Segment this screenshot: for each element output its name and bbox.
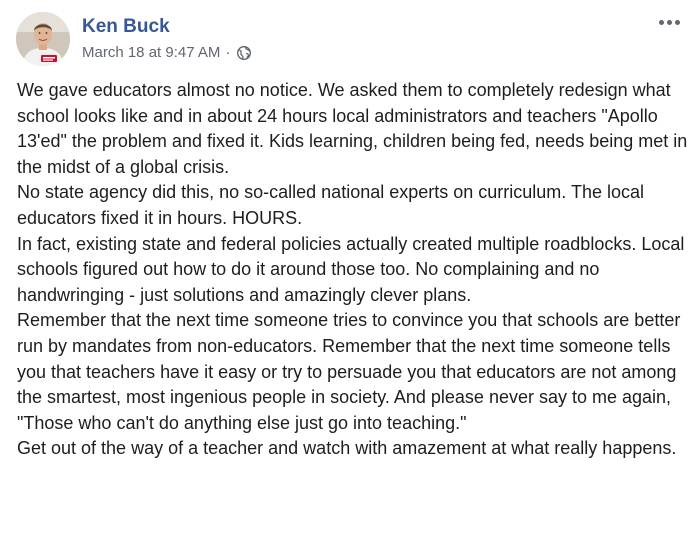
post-paragraph: In fact, existing state and federal poli… [17, 233, 690, 305]
avatar[interactable] [16, 12, 70, 66]
more-options-icon[interactable] [655, 10, 683, 34]
post-meta: March 18 at 9:47 AM · [82, 44, 252, 61]
globe-icon[interactable] [236, 45, 252, 61]
post-paragraph: Get out of the way of a teacher and watc… [17, 438, 677, 459]
meta-separator: · [225, 44, 231, 61]
post-paragraph: No state agency did this, no so-called n… [17, 182, 650, 228]
author-name[interactable]: Ken Buck [82, 16, 170, 38]
post-paragraph: Remember that the next time someone trie… [17, 310, 686, 433]
avatar-image [16, 12, 70, 66]
more-dot [674, 19, 680, 25]
facebook-post: Ken Buck March 18 at 9:47 AM · We gave e… [0, 0, 695, 539]
more-dot [666, 19, 672, 25]
post-timestamp[interactable]: March 18 at 9:47 AM [82, 44, 220, 61]
post-paragraph: We gave educators almost no notice. We a… [17, 80, 693, 177]
more-dot [658, 19, 664, 25]
post-body: We gave educators almost no notice. We a… [17, 78, 689, 462]
